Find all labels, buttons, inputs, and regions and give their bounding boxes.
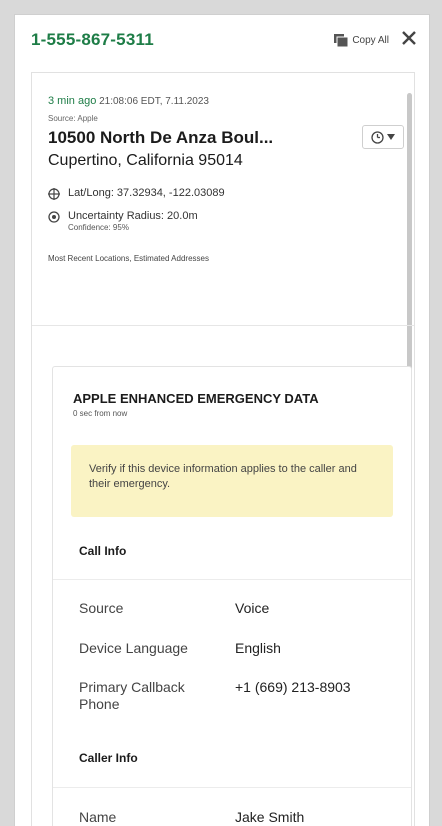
caller-phone-number[interactable]: 1-555-867-5311 [31, 30, 154, 50]
copy-all-button[interactable]: Copy All [334, 34, 389, 47]
coordinates-icon [48, 188, 60, 200]
divider [53, 579, 411, 580]
recent-locations-link[interactable]: Most Recent Locations, Estimated Address… [48, 254, 414, 263]
card-title: APPLE ENHANCED EMERGENCY DATA [73, 391, 319, 406]
confidence: Confidence: 95% [68, 223, 129, 232]
location-time: 3 min ago 21:08:06 EDT, 7.11.2023 [48, 95, 414, 107]
call-info-label: Device Language [79, 640, 188, 656]
lat-long-row: Lat/Long: 37.32934, -122.03089 [48, 187, 414, 200]
call-info-value: English [235, 640, 281, 656]
call-info-value[interactable]: +1 (669) 213-8903 [235, 679, 351, 696]
call-info-label: Primary Callback Phone [79, 679, 185, 712]
copy-icon [334, 34, 349, 47]
clock-icon [371, 130, 384, 144]
call-info-label: Source [79, 600, 124, 616]
caller-info-value: Jake Smith [235, 809, 305, 825]
call-detail-panel: 1-555-867-5311 Copy All 3 min ago 21:08:… [14, 14, 430, 826]
location-panel: 3 min ago 21:08:06 EDT, 7.11.2023 Source… [31, 72, 415, 826]
address-line-1[interactable]: 10500 North De Anza Boul... [48, 128, 414, 148]
call-info-value: Voice [235, 600, 270, 616]
card-subtitle: 0 sec from now [73, 409, 128, 418]
caller-info-label: Name [79, 809, 117, 825]
panel-header: 1-555-867-5311 Copy All [15, 15, 429, 67]
call-info-heading: Call Info [79, 544, 127, 558]
verify-notice: Verify if this device information applie… [71, 445, 393, 517]
copy-all-label: Copy All [352, 35, 389, 46]
uncertainty-row: Uncertainty Radius: 20.0m Confidence: 95… [48, 210, 414, 232]
lat-long: Lat/Long: 37.32934, -122.03089 [68, 187, 225, 199]
location-history-button[interactable] [362, 125, 404, 149]
chevron-down-icon [387, 134, 395, 140]
address-line-2: Cupertino, California 95014 [48, 152, 243, 169]
divider [53, 787, 411, 788]
uncertainty-radius: Uncertainty Radius: 20.0m [68, 210, 198, 222]
location-source: Source: Apple [48, 114, 98, 123]
location-section: 3 min ago 21:08:06 EDT, 7.11.2023 Source… [32, 73, 414, 326]
target-icon [48, 211, 60, 223]
time-ago: 3 min ago [48, 95, 97, 107]
close-icon[interactable] [400, 29, 418, 47]
caller-info-heading: Caller Info [79, 751, 138, 765]
timestamp: 21:08:06 EDT, 7.11.2023 [99, 96, 209, 107]
apple-emergency-data-card: APPLE ENHANCED EMERGENCY DATA 0 sec from… [52, 366, 412, 826]
